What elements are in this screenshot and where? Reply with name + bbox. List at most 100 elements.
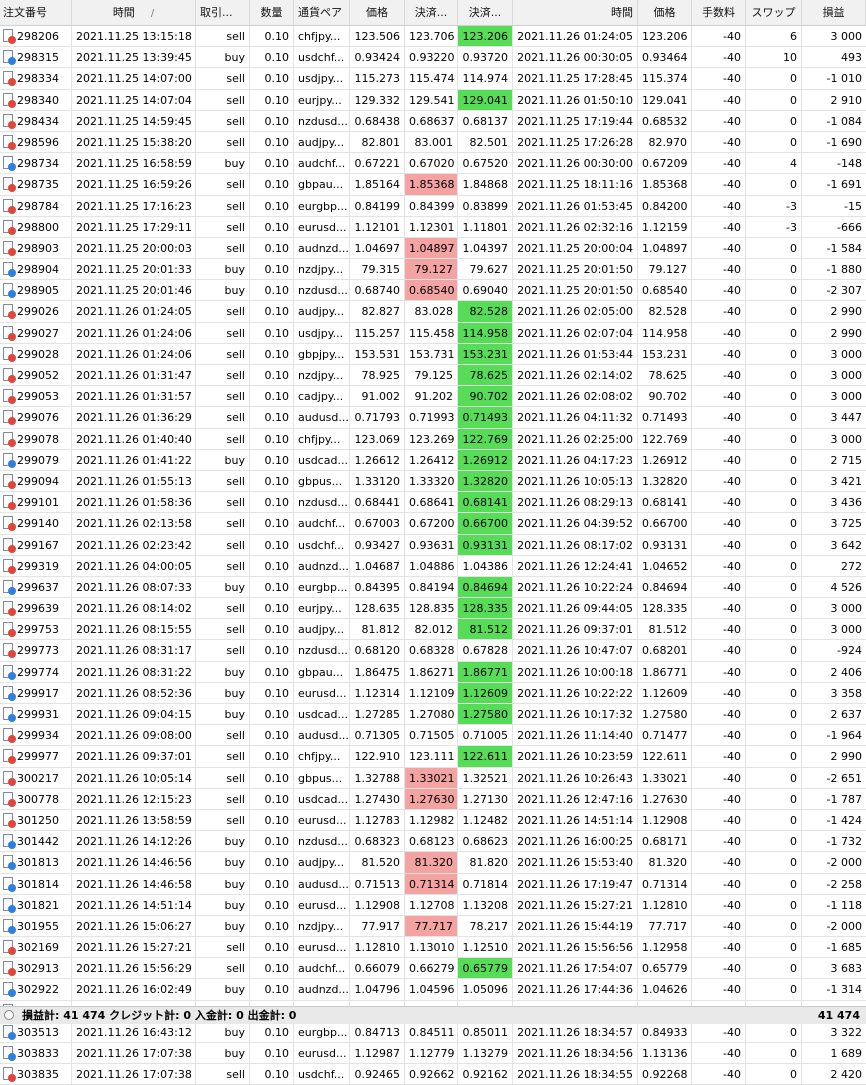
order-id-cell: 299027: [0, 322, 72, 344]
table-row[interactable]: 299917 2021.11.26 08:52:36 buy 0.10 eurusd..…: [0, 682, 866, 704]
order-id-cell: 299140: [0, 513, 72, 535]
table-row[interactable]: 298735 2021.11.25 16:59:26 sell 0.10 gbpau..…: [0, 174, 866, 196]
volume-cell: 0.10: [250, 322, 294, 344]
close-price-cell: 0.71493: [638, 407, 692, 429]
trade-type-cell: sell: [196, 174, 250, 196]
open-time-cell: 2021.11.25 13:15:18: [72, 26, 196, 48]
open-time-cell: 2021.11.26 08:31:17: [72, 640, 196, 662]
open-price-cell: 115.257: [350, 322, 405, 344]
table-row[interactable]: 300778 2021.11.26 12:15:23 sell 0.10 usdcad.…: [0, 788, 866, 810]
take-profit-cell: 81.820: [458, 852, 513, 874]
volume-cell: 0.10: [250, 979, 294, 1001]
col-header-commission[interactable]: 手数料: [692, 0, 746, 25]
table-row[interactable]: 302169 2021.11.26 15:27:21 sell 0.10 eurusd.…: [0, 937, 866, 959]
col-header-type[interactable]: 取引...: [196, 0, 250, 25]
table-row[interactable]: 298903 2021.11.25 20:00:03 sell 0.10 audnzd.…: [0, 237, 866, 260]
col-header-close-time[interactable]: 時間: [513, 0, 638, 25]
table-row[interactable]: 298334 2021.11.25 14:07:00 sell 0.10 usdjpy.…: [0, 68, 866, 90]
table-row[interactable]: 299773 2021.11.26 08:31:17 sell 0.10 nzdusd.…: [0, 640, 866, 662]
table-row[interactable]: 301442 2021.11.26 14:12:26 buy 0.10 nzdusd..…: [0, 831, 866, 853]
table-row[interactable]: 301813 2021.11.26 14:46:56 buy 0.10 audjpy..…: [0, 852, 866, 874]
commission-cell: -40: [692, 492, 746, 514]
open-price-cell: 1.12908: [350, 894, 405, 916]
close-price-cell: 114.958: [638, 322, 692, 344]
table-row[interactable]: 299639 2021.11.26 08:14:02 sell 0.10 eurjpy.…: [0, 598, 866, 620]
volume-cell: 0.10: [250, 513, 294, 535]
table-row[interactable]: 298340 2021.11.25 14:07:04 sell 0.10 eurjpy.…: [0, 89, 866, 111]
table-row[interactable]: 298596 2021.11.25 15:38:20 sell 0.10 audjpy.…: [0, 131, 866, 154]
table-row[interactable]: 298206 2021.11.25 13:15:18 sell 0.10 chfjpy.…: [0, 26, 866, 48]
table-row[interactable]: 299078 2021.11.26 01:40:40 sell 0.10 chfjpy.…: [0, 428, 866, 450]
commission-cell: -40: [692, 682, 746, 704]
close-price-cell: 1.26912: [638, 449, 692, 471]
stop-loss-cell: 123.111: [405, 746, 458, 768]
table-row[interactable]: 301955 2021.11.26 15:06:27 buy 0.10 nzdjpy..…: [0, 915, 866, 938]
col-header-open-price[interactable]: 価格: [350, 0, 405, 25]
table-row[interactable]: 299140 2021.11.26 02:13:58 sell 0.10 audchf.…: [0, 513, 866, 535]
profit-cell: 3 000: [802, 344, 866, 365]
close-time-cell: 2021.11.26 11:14:40: [513, 725, 638, 747]
col-header-profit[interactable]: 損益: [802, 0, 866, 25]
table-row[interactable]: 303513 2021.11.26 16:43:12 buy 0.10 eurgbp..…: [0, 1021, 866, 1043]
table-row[interactable]: 301821 2021.11.26 14:51:14 buy 0.10 eurusd..…: [0, 894, 866, 916]
table-row[interactable]: 299027 2021.11.26 01:24:06 sell 0.10 usdjpy.…: [0, 322, 866, 344]
close-price-cell: 1.27630: [638, 788, 692, 810]
table-row[interactable]: 299076 2021.11.26 01:36:29 sell 0.10 audusd.…: [0, 407, 866, 429]
table-row[interactable]: 299094 2021.11.26 01:55:13 sell 0.10 gbpus..…: [0, 470, 866, 493]
order-type-dot: [8, 396, 16, 405]
col-header-open-time[interactable]: 時間 /: [72, 0, 196, 25]
table-row[interactable]: 302913 2021.11.26 15:56:29 sell 0.10 audchf.…: [0, 958, 866, 980]
table-row[interactable]: 299637 2021.11.26 08:07:33 buy 0.10 eurgbp..…: [0, 576, 866, 599]
table-row[interactable]: 298784 2021.11.25 17:16:23 sell 0.10 eurgbp.…: [0, 195, 866, 217]
order-id: 299053: [17, 390, 59, 404]
commission-cell: -40: [692, 704, 746, 726]
sell-order-icon: [3, 537, 16, 553]
col-header-take-profit[interactable]: 決済...: [458, 0, 513, 25]
table-row[interactable]: 299977 2021.11.26 09:37:01 sell 0.10 chfjpy.…: [0, 746, 866, 768]
volume-cell: 0.10: [250, 280, 294, 302]
take-profit-cell: 0.71814: [458, 873, 513, 895]
table-row[interactable]: 303833 2021.11.26 17:07:38 buy 0.10 eurusd..…: [0, 1043, 866, 1065]
symbol-cell: audusd...: [294, 725, 350, 747]
volume-cell: 0.10: [250, 47, 294, 69]
open-time-cell: 2021.11.25 20:01:33: [72, 259, 196, 281]
table-row[interactable]: 300217 2021.11.26 10:05:14 sell 0.10 gbpus..…: [0, 767, 866, 789]
table-row[interactable]: 299052 2021.11.26 01:31:47 sell 0.10 nzdjpy.…: [0, 365, 866, 387]
table-row[interactable]: 302922 2021.11.26 16:02:49 buy 0.10 audnzd..…: [0, 979, 866, 1001]
table-row[interactable]: 303835 2021.11.26 17:07:38 sell 0.10 usdchf.…: [0, 1064, 866, 1085]
close-time-cell: 2021.11.26 09:37:01: [513, 619, 638, 641]
table-row[interactable]: 299167 2021.11.26 02:23:42 sell 0.10 usdchf.…: [0, 534, 866, 556]
take-profit-cell: 1.84868: [458, 174, 513, 196]
table-row[interactable]: 298800 2021.11.25 17:29:11 sell 0.10 eurusd.…: [0, 216, 866, 238]
table-row[interactable]: 299101 2021.11.26 01:58:36 sell 0.10 nzdusd.…: [0, 492, 866, 514]
table-row[interactable]: 298434 2021.11.25 14:59:45 sell 0.10 nzdusd.…: [0, 110, 866, 132]
stop-loss-cell: 0.93220: [405, 47, 458, 69]
col-header-symbol[interactable]: 通貨ペア: [294, 0, 350, 25]
volume-cell: 0.10: [250, 301, 294, 323]
col-header-volume[interactable]: 数量: [250, 0, 294, 25]
table-row[interactable]: 299079 2021.11.26 01:41:22 buy 0.10 usdcad..…: [0, 449, 866, 471]
table-row[interactable]: 299753 2021.11.26 08:15:55 sell 0.10 audjpy.…: [0, 619, 866, 641]
table-row[interactable]: 298904 2021.11.25 20:01:33 buy 0.10 nzdjpy..…: [0, 259, 866, 281]
table-row[interactable]: 299319 2021.11.26 04:00:05 sell 0.10 audnzd.…: [0, 555, 866, 577]
table-row[interactable]: 298905 2021.11.25 20:01:46 buy 0.10 nzdusd..…: [0, 280, 866, 302]
col-header-stop-loss[interactable]: 決済...: [405, 0, 458, 25]
table-row[interactable]: 299774 2021.11.26 08:31:22 buy 0.10 gbpau...…: [0, 661, 866, 683]
table-row[interactable]: 299026 2021.11.26 01:24:05 sell 0.10 audjpy.…: [0, 301, 866, 323]
table-row[interactable]: 299931 2021.11.26 09:04:15 buy 0.10 usdcad..…: [0, 704, 866, 726]
close-price-cell: 82.970: [638, 131, 692, 154]
swap-cell: 0: [746, 661, 802, 683]
table-row[interactable]: 301250 2021.11.26 13:58:59 sell 0.10 eurusd.…: [0, 809, 866, 832]
table-row[interactable]: 299053 2021.11.26 01:31:57 sell 0.10 cadjpy.…: [0, 386, 866, 408]
col-header-order-id[interactable]: 注文番号: [0, 0, 72, 25]
col-header-swap[interactable]: スワップ: [746, 0, 802, 25]
table-row[interactable]: 299028 2021.11.26 01:24:06 sell 0.10 gbpjpy.…: [0, 343, 866, 365]
table-row[interactable]: 301814 2021.11.26 14:46:58 buy 0.10 audusd..…: [0, 873, 866, 895]
table-row[interactable]: 298734 2021.11.25 16:58:59 buy 0.10 audchf..…: [0, 153, 866, 175]
col-header-close-price[interactable]: 価格: [638, 0, 692, 25]
symbol-cell: audnzd...: [294, 237, 350, 260]
close-time-cell: 2021.11.26 04:17:23: [513, 449, 638, 471]
order-id-cell: 299977: [0, 746, 72, 768]
table-row[interactable]: 298315 2021.11.25 13:39:45 buy 0.10 usdchf..…: [0, 47, 866, 69]
table-row[interactable]: 299934 2021.11.26 09:08:00 sell 0.10 audusd.…: [0, 725, 866, 747]
